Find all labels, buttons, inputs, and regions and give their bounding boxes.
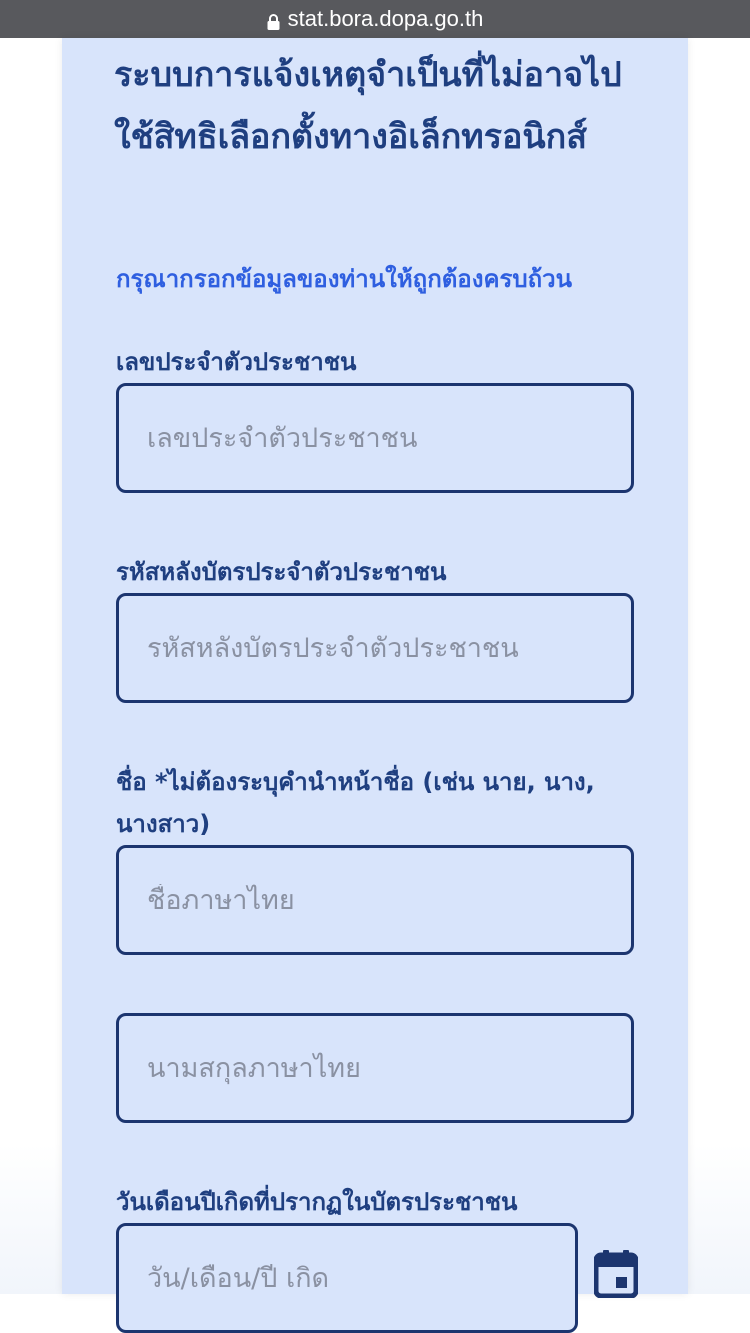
id-card-field[interactable] [116,383,634,493]
laser-code-input[interactable] [145,631,631,665]
form-notice: กรุณากรอกข้อมูลของท่านให้ถูกต้องครบถ้วน [116,265,573,293]
last-name-field[interactable] [116,1013,634,1123]
id-card-label: เลขประจำตัวประชาชน [116,348,357,376]
laser-code-label: รหัสหลังบัตรประจำตัวประชาชน [116,558,447,586]
browser-url-text: stat.bora.dopa.go.th [287,6,484,31]
birthdate-input[interactable] [145,1261,575,1295]
browser-url-bar[interactable]: stat.bora.dopa.go.th [0,0,750,38]
lock-icon [267,10,280,30]
first-name-field[interactable] [116,845,634,955]
birthdate-label: วันเดือนปีเกิดที่ปรากฏในบัตรประชาชน [116,1188,518,1216]
last-name-input[interactable] [145,1051,631,1085]
birthdate-field[interactable] [116,1223,578,1333]
laser-code-field[interactable] [116,593,634,703]
calendar-icon[interactable] [594,1250,638,1298]
page-title: ระบบการแจ้งเหตุจำเป็นที่ไม่อาจไปใช้สิทธิ… [114,55,622,157]
id-card-input[interactable] [145,421,631,455]
first-name-input[interactable] [145,883,631,917]
name-label: ชื่อ *ไม่ต้องระบุคำนำหน้าชื่อ (เช่น นาย,… [116,768,595,838]
